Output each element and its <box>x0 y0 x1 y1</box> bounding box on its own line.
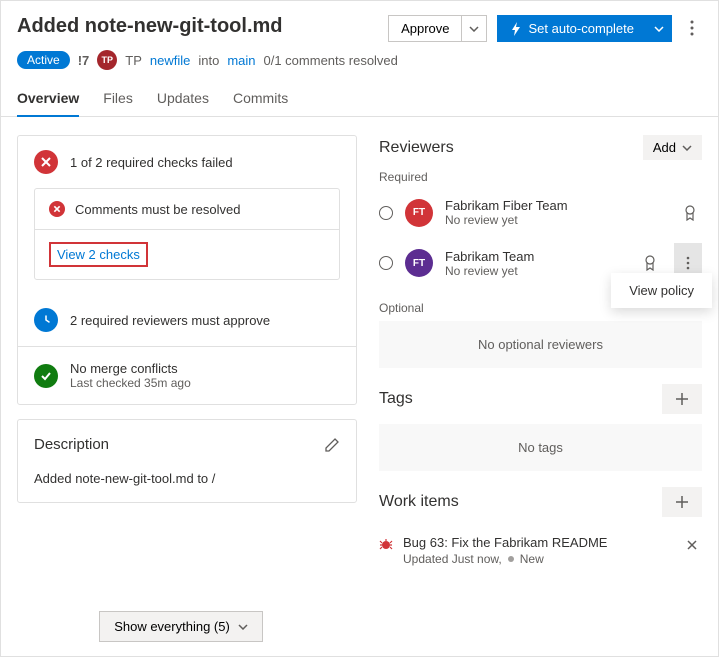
set-autocomplete-button[interactable]: Set auto-complete <box>497 15 646 42</box>
description-text: Added note-new-git-tool.md to / <box>34 471 340 486</box>
work-item-updated: Updated Just now, <box>403 552 502 566</box>
pencil-icon <box>324 437 340 453</box>
reviewer-vote-radio[interactable] <box>379 256 393 270</box>
tab-overview[interactable]: Overview <box>17 82 79 116</box>
reviewer-status: No review yet <box>445 264 632 278</box>
view-policy-menuitem[interactable]: View policy <box>629 283 694 298</box>
chevron-down-icon <box>654 26 664 32</box>
author-name: TP <box>125 53 142 68</box>
tab-files[interactable]: Files <box>103 82 133 116</box>
required-label: Required <box>379 170 702 184</box>
no-merge-conflicts: No merge conflicts <box>70 361 191 376</box>
description-title: Description <box>34 436 109 453</box>
tab-commits[interactable]: Commits <box>233 82 288 116</box>
meta-row: Active !7 TP TP newfile into main 0/1 co… <box>1 50 718 82</box>
vertical-dots-icon <box>690 20 694 36</box>
ribbon-icon <box>644 255 656 271</box>
autocomplete-split: Set auto-complete <box>497 15 672 42</box>
view-checks-link[interactable]: View 2 checks <box>57 247 140 262</box>
chevron-down-icon <box>682 145 692 151</box>
add-reviewer-button[interactable]: Add <box>643 135 702 160</box>
pr-id: !7 <box>78 53 90 68</box>
add-label: Add <box>653 140 676 155</box>
chevron-down-icon <box>238 624 248 630</box>
work-item-title[interactable]: Bug 63: Fix the Fabrikam README <box>403 535 672 550</box>
show-everything-label: Show everything (5) <box>114 619 230 634</box>
reviewer-name[interactable]: Fabrikam Fiber Team <box>445 198 672 213</box>
close-icon <box>686 539 698 551</box>
reviewers-must-approve: 2 required reviewers must approve <box>70 313 270 328</box>
no-tags: No tags <box>379 424 702 471</box>
work-items-title: Work items <box>379 493 459 511</box>
work-item-state: New <box>520 552 544 566</box>
reviewer-name[interactable]: Fabrikam Team <box>445 249 632 264</box>
last-checked: Last checked 35m ago <box>70 376 191 390</box>
source-branch-link[interactable]: newfile <box>150 53 190 68</box>
add-work-item-button[interactable] <box>662 487 702 517</box>
state-dot-icon <box>508 556 514 562</box>
approve-button[interactable]: Approve <box>388 15 461 42</box>
clock-icon <box>34 308 58 332</box>
no-optional-reviewers: No optional reviewers <box>379 321 702 368</box>
target-branch-link[interactable]: main <box>227 53 255 68</box>
ribbon-icon <box>684 205 696 221</box>
checks-card: 1 of 2 required checks failed Comments m… <box>17 135 357 405</box>
edit-description-button[interactable] <box>324 437 340 453</box>
reviewer-row: FT Fabrikam Team No review yet View poli… <box>379 235 702 291</box>
check-icon <box>34 364 58 388</box>
bug-icon <box>379 537 393 551</box>
autocomplete-label: Set auto-complete <box>528 21 634 36</box>
reviewer-avatar[interactable]: FT <box>405 249 433 277</box>
autocomplete-dropdown[interactable] <box>646 15 672 42</box>
reviewers-title: Reviewers <box>379 139 454 157</box>
author-avatar[interactable]: TP <box>97 50 117 70</box>
chevron-down-icon <box>469 26 479 32</box>
remove-work-item-button[interactable] <box>682 535 702 555</box>
checks-failed-text: 1 of 2 required checks failed <box>70 155 233 170</box>
fail-icon <box>49 201 65 217</box>
show-everything-button[interactable]: Show everything (5) <box>99 611 263 642</box>
vertical-dots-icon <box>686 256 690 270</box>
plus-icon <box>675 495 689 509</box>
reviewer-status: No review yet <box>445 213 672 227</box>
comments-must-resolve: Comments must be resolved <box>75 202 240 217</box>
description-card: Description Added note-new-git-tool.md t… <box>17 419 357 503</box>
work-item-row: Bug 63: Fix the Fabrikam README Updated … <box>379 527 702 574</box>
approve-split: Approve <box>388 15 487 42</box>
checks-subcard: Comments must be resolved View 2 checks <box>34 188 340 280</box>
status-badge: Active <box>17 51 70 69</box>
approve-dropdown[interactable] <box>461 15 487 42</box>
more-actions-button[interactable] <box>682 15 702 41</box>
into-label: into <box>198 53 219 68</box>
plus-icon <box>675 392 689 406</box>
add-tag-button[interactable] <box>662 384 702 414</box>
page-title: Added note-new-git-tool.md <box>17 15 378 38</box>
reviewer-row: FT Fabrikam Fiber Team No review yet <box>379 190 702 235</box>
view-checks-highlight: View 2 checks <box>49 242 148 267</box>
lightning-icon <box>510 22 522 36</box>
reviewer-context-menu: View policy <box>611 273 712 308</box>
fail-icon <box>34 150 58 174</box>
reviewer-avatar[interactable]: FT <box>405 199 433 227</box>
tags-title: Tags <box>379 390 413 408</box>
tabs: Overview Files Updates Commits <box>1 82 718 117</box>
comments-resolved: 0/1 comments resolved <box>264 53 398 68</box>
reviewer-vote-radio[interactable] <box>379 206 393 220</box>
tab-updates[interactable]: Updates <box>157 82 209 116</box>
